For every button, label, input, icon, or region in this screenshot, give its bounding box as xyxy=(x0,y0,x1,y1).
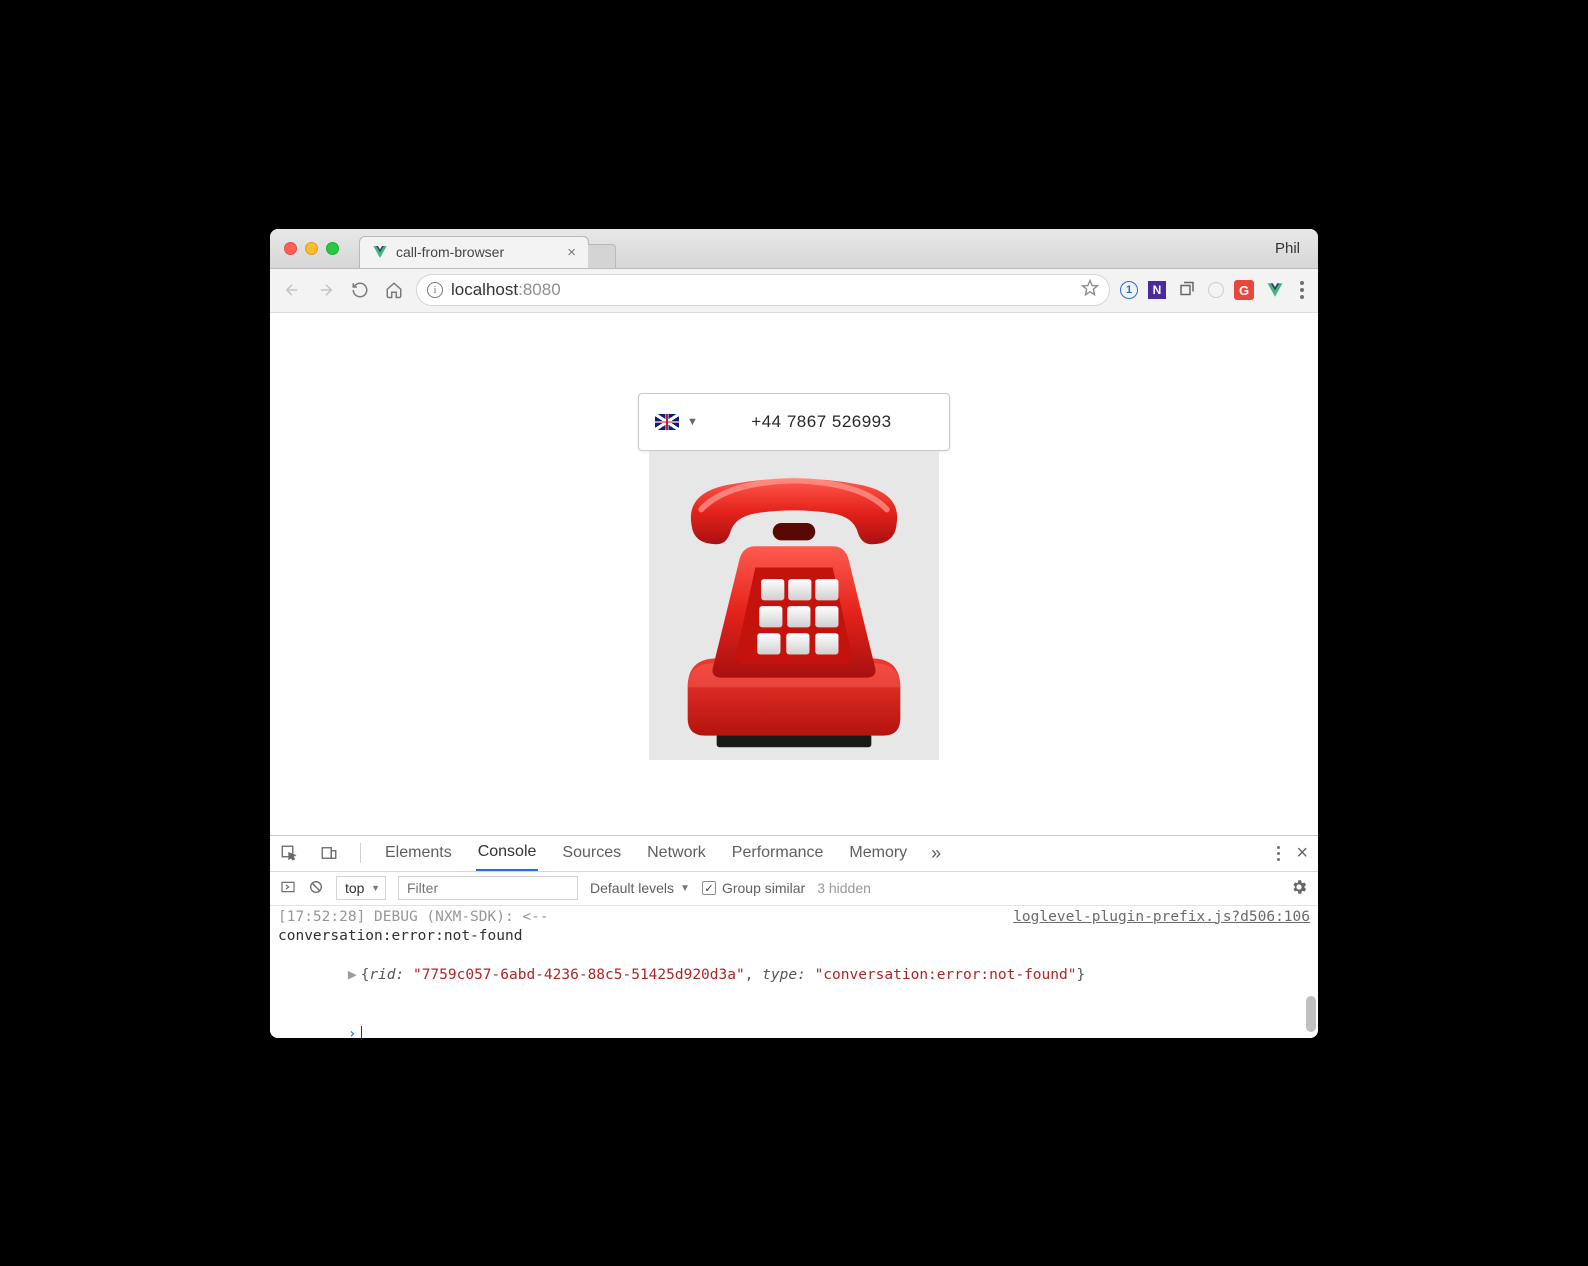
bookmark-star-icon[interactable] xyxy=(1081,279,1099,302)
console-line-partial: [17:52:28] DEBUG (NXM-SDK): <-- xyxy=(278,908,549,928)
console-line: conversation:error:not-found xyxy=(278,927,1310,947)
vue-icon xyxy=(372,244,388,260)
url-host: localhost xyxy=(451,280,518,299)
back-button[interactable] xyxy=(280,278,304,302)
console-scrollbar[interactable] xyxy=(1306,906,1316,1038)
console-filter-input[interactable] xyxy=(398,876,578,900)
expand-caret-icon[interactable]: ▶ xyxy=(348,967,357,983)
new-tab-button[interactable] xyxy=(588,244,616,268)
maximize-window-button[interactable] xyxy=(326,242,339,255)
clear-console-icon[interactable] xyxy=(308,879,324,898)
levels-dropdown[interactable]: Default levels ▼ xyxy=(590,880,690,896)
reload-button[interactable] xyxy=(348,278,372,302)
titlebar: call-from-browser × Phil xyxy=(270,229,1318,269)
tab-strip: call-from-browser × xyxy=(359,229,616,268)
devtools-tab-memory[interactable]: Memory xyxy=(847,836,909,870)
devtools-panel: Elements Console Sources Network Perform… xyxy=(270,835,1318,1038)
extension-circle-icon[interactable] xyxy=(1208,282,1224,298)
close-window-button[interactable] xyxy=(284,242,297,255)
scrollbar-thumb[interactable] xyxy=(1306,996,1316,1032)
browser-window: call-from-browser × Phil i localhost:808… xyxy=(270,229,1318,1038)
phone-image-box xyxy=(649,451,939,760)
close-tab-icon[interactable]: × xyxy=(567,244,576,261)
console-source-ref[interactable]: loglevel-plugin-prefix.js?d506:106 xyxy=(1013,908,1310,928)
home-button[interactable] xyxy=(382,278,406,302)
url-port: :8080 xyxy=(518,280,561,299)
devtools-tab-network[interactable]: Network xyxy=(645,836,708,870)
device-toolbar-icon[interactable] xyxy=(320,844,338,862)
phone-input-group: ▼ +44 7867 526993 xyxy=(638,393,950,451)
inspect-element-icon[interactable] xyxy=(280,844,298,862)
site-info-icon[interactable]: i xyxy=(427,282,443,298)
devtools-tab-console[interactable]: Console xyxy=(476,835,539,871)
close-devtools-icon[interactable]: × xyxy=(1296,842,1308,865)
profile-name[interactable]: Phil xyxy=(1275,240,1300,257)
obj-val-rid: "7759c057-6abd-4236-88c5-51425d920d3a" xyxy=(413,967,745,983)
extensions-row: 1 N G xyxy=(1120,277,1308,303)
text-cursor xyxy=(361,1026,362,1038)
devtools-tabs: Elements Console Sources Network Perform… xyxy=(270,836,1318,872)
app-column: ▼ +44 7867 526993 xyxy=(638,313,950,835)
devtools-menu-icon[interactable] xyxy=(1277,846,1280,861)
phone-number-input[interactable]: +44 7867 526993 xyxy=(710,412,933,432)
browser-toolbar: i localhost:8080 1 N G xyxy=(270,269,1318,313)
extension-n-icon[interactable]: N xyxy=(1148,281,1166,299)
browser-tab[interactable]: call-from-browser × xyxy=(359,236,589,268)
devtools-tab-elements[interactable]: Elements xyxy=(383,836,454,870)
url-text: localhost:8080 xyxy=(451,280,561,300)
forward-button[interactable] xyxy=(314,278,338,302)
vue-devtools-extension-icon[interactable] xyxy=(1264,279,1286,301)
extension-tabs-icon[interactable] xyxy=(1176,279,1198,301)
devtools-tab-performance[interactable]: Performance xyxy=(730,836,826,870)
page-content: ▼ +44 7867 526993 xyxy=(270,313,1318,835)
group-similar-toggle[interactable]: ✓ Group similar xyxy=(702,880,805,896)
prompt-chevron-icon: › xyxy=(348,1026,357,1038)
tab-title: call-from-browser xyxy=(396,244,504,260)
context-select[interactable]: top xyxy=(336,876,386,900)
hidden-count[interactable]: 3 hidden xyxy=(817,880,871,896)
minimize-window-button[interactable] xyxy=(305,242,318,255)
devtools-tab-sources[interactable]: Sources xyxy=(560,836,623,870)
address-bar[interactable]: i localhost:8080 xyxy=(416,274,1110,306)
obj-val-type: "conversation:error:not-found" xyxy=(815,967,1077,983)
console-prompt[interactable]: › xyxy=(278,1005,1310,1037)
extension-g-icon[interactable]: G xyxy=(1234,280,1254,300)
checkbox-checked-icon[interactable]: ✓ xyxy=(702,881,716,895)
telephone-icon[interactable] xyxy=(664,465,924,760)
more-tabs-chevron-icon[interactable]: » xyxy=(931,843,941,864)
divider xyxy=(360,843,361,863)
country-dropdown-caret-icon[interactable]: ▼ xyxy=(687,416,698,428)
browser-menu-button[interactable] xyxy=(1296,277,1308,303)
context-selector[interactable]: top xyxy=(336,876,386,900)
console-output[interactable]: [17:52:28] DEBUG (NXM-SDK): <-- loglevel… xyxy=(270,906,1318,1038)
group-similar-label: Group similar xyxy=(722,880,805,896)
obj-key-rid: rid: xyxy=(369,967,404,983)
onepassword-extension-icon[interactable]: 1 xyxy=(1120,281,1138,299)
console-object-line[interactable]: ▶{rid: "7759c057-6abd-4236-88c5-51425d92… xyxy=(278,947,1310,1006)
console-sidebar-toggle-icon[interactable] xyxy=(280,879,296,898)
console-settings-icon[interactable] xyxy=(1290,878,1308,899)
uk-flag-icon xyxy=(655,414,679,430)
obj-key-type: type: xyxy=(762,967,806,983)
console-toolbar: top Default levels ▼ ✓ Group similar 3 h… xyxy=(270,872,1318,906)
traffic-lights xyxy=(270,242,339,255)
levels-label: Default levels xyxy=(590,880,674,896)
